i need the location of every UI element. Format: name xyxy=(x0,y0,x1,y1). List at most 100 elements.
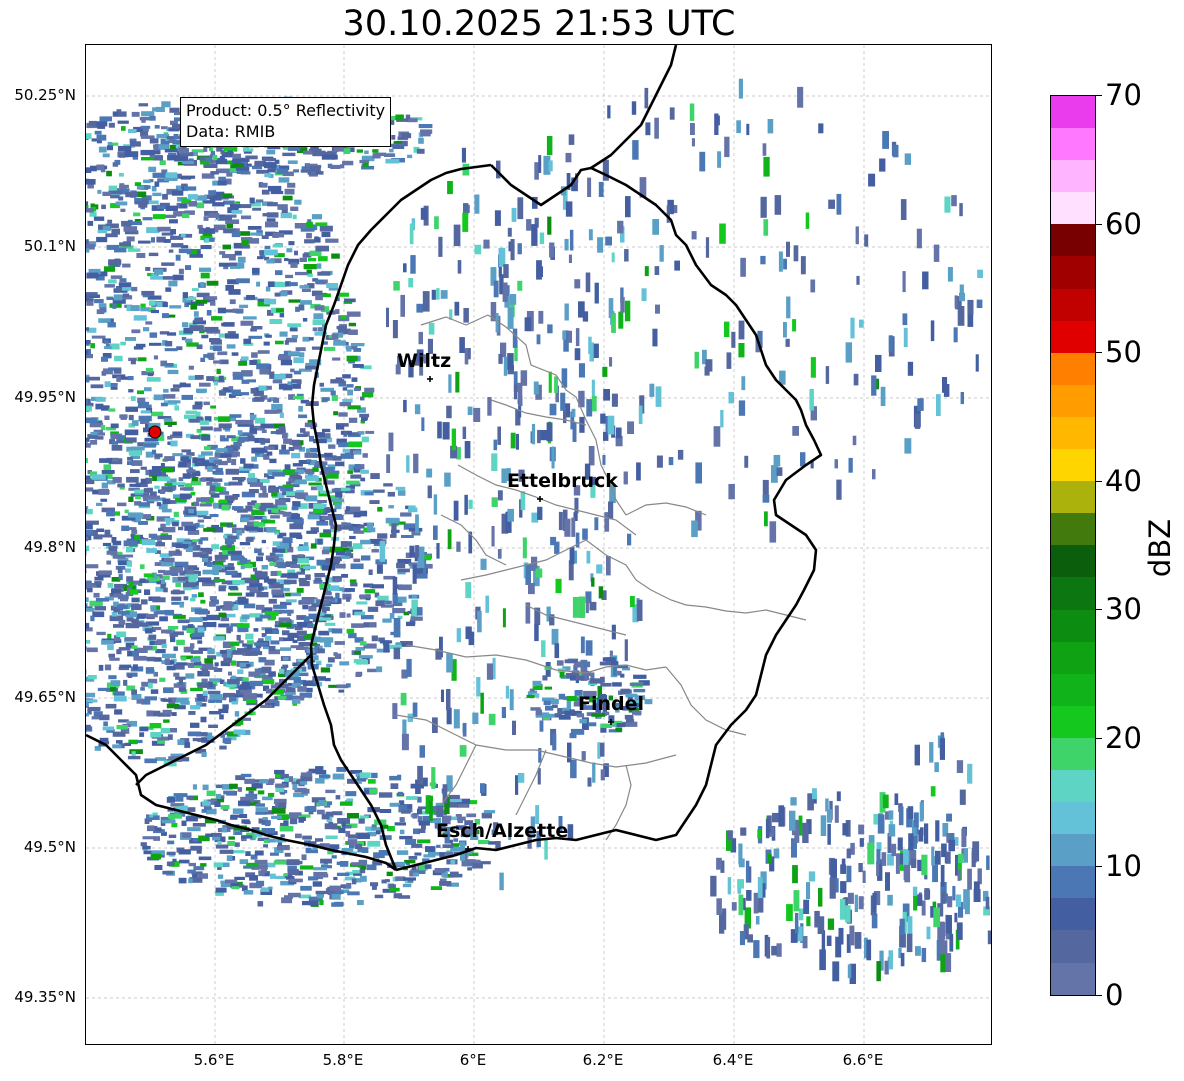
echo-pixel xyxy=(615,427,622,439)
echo-pixel xyxy=(626,716,634,723)
echo-pixel xyxy=(569,547,575,565)
echo-pixel xyxy=(86,523,93,530)
echo-pixel xyxy=(110,275,123,279)
echo-pixel xyxy=(114,709,123,715)
echo-pixel xyxy=(408,278,414,288)
echo-pixel xyxy=(264,409,278,414)
echo-pixel xyxy=(674,260,680,271)
echo-pixel xyxy=(302,336,310,342)
echo-pixel xyxy=(238,361,248,366)
echo-pixel xyxy=(146,656,156,662)
echo-pixel xyxy=(282,511,292,517)
echo-pixel xyxy=(367,606,379,612)
echo-pixel xyxy=(567,824,574,841)
echo-pixel xyxy=(239,204,252,209)
echo-pixel xyxy=(259,614,272,619)
echo-pixel xyxy=(134,534,141,540)
echo-pixel xyxy=(206,376,215,381)
echo-pixel xyxy=(219,216,232,221)
echo-pixel xyxy=(86,443,91,448)
echo-pixel xyxy=(95,121,108,127)
echo-pixel xyxy=(495,313,499,333)
echo-pixel xyxy=(128,496,134,502)
echo-pixel xyxy=(611,393,618,407)
echo-pixel xyxy=(93,216,105,221)
echo-pixel xyxy=(450,860,456,864)
radar-map[interactable]: Product: 0.5° Reflectivity Data: RMIB xyxy=(85,44,992,1045)
echo-pixel xyxy=(237,669,244,675)
echo-pixel xyxy=(417,839,431,844)
echo-pixel xyxy=(266,259,275,264)
echo-pixel xyxy=(276,308,284,313)
echo-pixel xyxy=(283,438,292,444)
echo-pixel xyxy=(270,571,278,576)
echo-pixel xyxy=(549,242,555,258)
echo-pixel xyxy=(209,666,218,670)
echo-pixel xyxy=(166,149,177,153)
echo-pixel xyxy=(277,355,291,361)
echo-pixel xyxy=(468,800,478,805)
echo-pixel xyxy=(86,417,98,424)
echo-pixel xyxy=(353,348,362,352)
echo-pixel xyxy=(591,379,595,398)
echo-pixel xyxy=(724,321,730,337)
echo-pixel xyxy=(536,260,542,280)
echo-pixel xyxy=(236,530,243,536)
echo-pixel xyxy=(385,600,392,604)
echo-pixel xyxy=(154,269,164,275)
echo-pixel xyxy=(338,827,346,833)
echo-pixel xyxy=(202,801,211,806)
echo-pixel xyxy=(222,193,233,198)
echo-pixel xyxy=(539,232,545,245)
echo-pixel xyxy=(217,180,227,186)
echo-pixel xyxy=(86,508,93,515)
echo-pixel xyxy=(947,267,953,282)
echo-pixel xyxy=(133,621,143,626)
echo-pixel xyxy=(205,157,211,162)
echo-pixel xyxy=(263,157,276,162)
echo-pixel xyxy=(724,136,730,158)
echo-pixel xyxy=(379,792,393,798)
echo-pixel xyxy=(222,641,231,646)
echo-pixel xyxy=(152,710,161,717)
echo-pixel xyxy=(476,677,481,697)
echo-pixel xyxy=(218,262,231,267)
echo-pixel xyxy=(334,503,342,510)
echo-pixel xyxy=(171,190,184,196)
echo-pixel xyxy=(88,120,97,127)
echo-pixel xyxy=(149,300,156,306)
echo-pixel xyxy=(226,497,235,502)
echo-pixel xyxy=(107,219,113,224)
echo-pixel xyxy=(574,348,581,361)
echo-pixel xyxy=(267,168,276,173)
echo-pixel xyxy=(155,542,165,547)
echo-pixel xyxy=(86,327,89,331)
echo-pixel xyxy=(96,164,105,171)
echo-pixel xyxy=(350,343,365,347)
echo-pixel xyxy=(129,749,143,755)
echo-pixel xyxy=(362,162,369,167)
echo-pixel xyxy=(346,683,351,688)
echo-pixel xyxy=(393,618,401,638)
echo-pixel xyxy=(107,582,114,588)
echo-pixel xyxy=(512,720,516,735)
echo-pixel xyxy=(398,584,412,591)
echo-pixel xyxy=(326,283,339,288)
echo-pixel xyxy=(206,280,219,286)
echo-pixel xyxy=(600,413,606,424)
echo-pixel xyxy=(433,494,438,515)
echo-pixel xyxy=(549,403,557,416)
echo-pixel xyxy=(297,558,310,564)
echo-pixel xyxy=(507,508,514,522)
echo-pixel xyxy=(348,417,358,423)
echo-pixel xyxy=(231,660,237,666)
echo-pixel xyxy=(166,703,180,709)
echo-pixel xyxy=(159,677,166,682)
echo-pixel xyxy=(239,542,251,546)
echo-pixel xyxy=(287,572,299,579)
echo-pixel xyxy=(269,319,283,324)
echo-pixel xyxy=(143,488,153,493)
echo-pixel xyxy=(181,449,192,453)
echo-pixel xyxy=(412,813,417,819)
echo-pixel xyxy=(268,886,273,890)
